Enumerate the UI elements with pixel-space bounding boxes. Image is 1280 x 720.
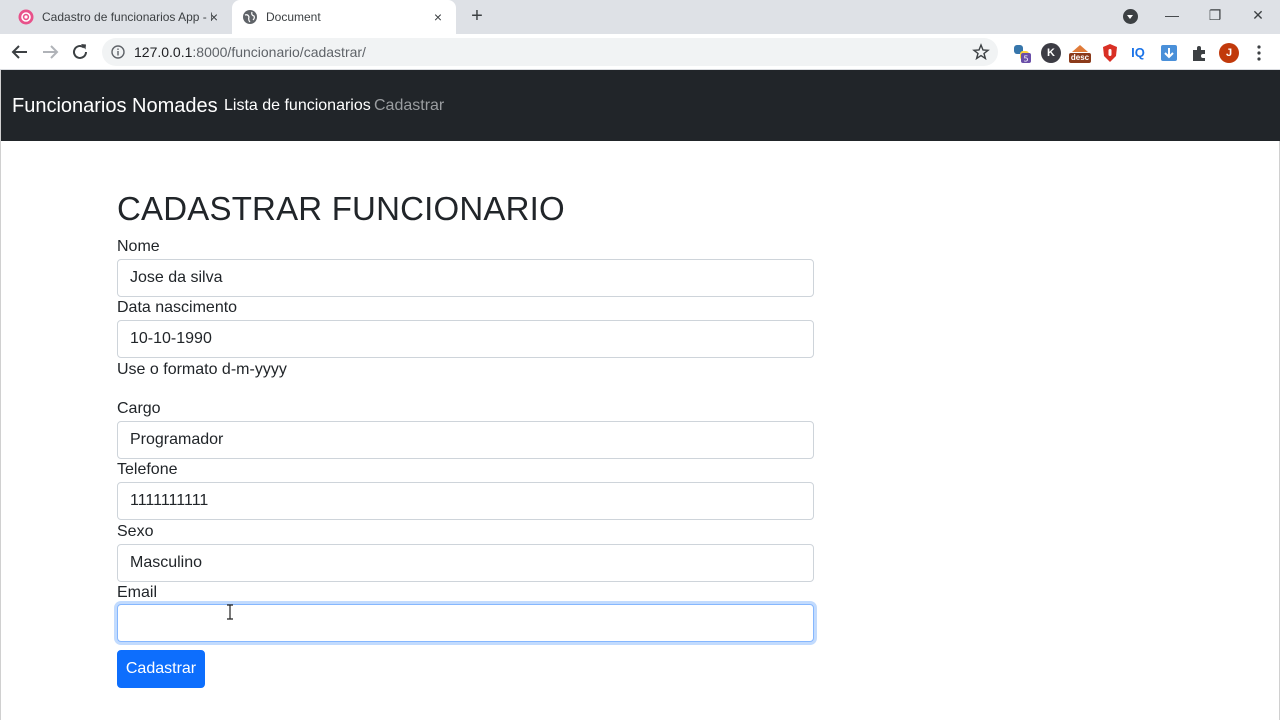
site-info-icon[interactable] bbox=[111, 45, 125, 59]
address-bar[interactable]: 127.0.0.1:8000/funcionario/cadastrar/ bbox=[102, 38, 998, 66]
nome-input[interactable]: Jose da silva bbox=[117, 259, 814, 297]
cadastrar-button[interactable]: Cadastrar bbox=[117, 650, 205, 688]
navbar-brand[interactable]: Funcionarios Nomades bbox=[12, 95, 218, 118]
reload-icon[interactable] bbox=[69, 41, 91, 63]
telefone-input[interactable]: 1111111111 bbox=[117, 482, 814, 520]
new-tab-button[interactable]: + bbox=[466, 6, 488, 28]
tab-close-icon[interactable]: × bbox=[206, 9, 222, 25]
app-favicon-icon bbox=[18, 9, 34, 25]
bookmark-star-icon[interactable] bbox=[972, 43, 990, 61]
desc-extension-icon[interactable]: desc bbox=[1068, 42, 1092, 63]
back-arrow-icon[interactable] bbox=[9, 41, 31, 63]
url-host: 127.0.0.1 bbox=[134, 44, 193, 60]
email-input[interactable] bbox=[117, 604, 814, 642]
forward-arrow-icon[interactable] bbox=[39, 41, 61, 63]
browser-tab-strip: Cadastro de funcionarios App - I × Docum… bbox=[0, 0, 1280, 34]
text-cursor-icon bbox=[227, 604, 233, 620]
label-email: Email bbox=[117, 584, 158, 601]
globe-icon bbox=[243, 10, 257, 24]
close-window-button[interactable]: ✕ bbox=[1244, 4, 1272, 26]
extension-badge: 5 bbox=[1023, 55, 1028, 64]
profile-avatar[interactable]: J bbox=[1219, 43, 1239, 63]
tab-title: Cadastro de funcionarios App - I bbox=[42, 10, 212, 24]
iq-extension-icon[interactable]: IQ bbox=[1128, 43, 1148, 63]
browser-toolbar: 127.0.0.1:8000/funcionario/cadastrar/ 5 … bbox=[0, 34, 1280, 70]
cargo-input[interactable]: Programador bbox=[117, 421, 814, 459]
restore-button[interactable]: ❐ bbox=[1201, 4, 1229, 26]
label-telefone: Telefone bbox=[117, 461, 178, 478]
tab-title: Document bbox=[266, 10, 321, 24]
label-data-nascimento: Data nascimento bbox=[117, 299, 238, 316]
url-path: :8000/funcionario/cadastrar/ bbox=[192, 44, 366, 60]
label-cargo: Cargo bbox=[117, 400, 161, 417]
data-nascimento-input[interactable]: 10-10-1990 bbox=[117, 320, 814, 358]
sexo-input[interactable]: Masculino bbox=[117, 544, 814, 582]
more-menu-icon[interactable] bbox=[1254, 44, 1264, 62]
label-sexo: Sexo bbox=[117, 523, 154, 540]
nav-link-lista[interactable]: Lista de funcionarios bbox=[224, 97, 371, 115]
k-extension-icon[interactable]: K bbox=[1041, 43, 1061, 63]
date-format-help: Use o formato d-m-yyyy bbox=[117, 361, 287, 378]
download-extension-icon[interactable] bbox=[1159, 43, 1179, 63]
page-title: CADASTRAR FUNCIONARIO bbox=[117, 190, 565, 227]
tab-close-icon[interactable]: × bbox=[430, 9, 446, 25]
url-text: 127.0.0.1:8000/funcionario/cadastrar/ bbox=[134, 44, 366, 60]
red-shield-extension-icon[interactable] bbox=[1100, 43, 1120, 63]
nav-link-cadastrar[interactable]: Cadastrar bbox=[374, 97, 444, 115]
site-navbar: Funcionarios Nomades Lista de funcionari… bbox=[1, 70, 1280, 141]
tab-search-icon[interactable] bbox=[1123, 9, 1138, 24]
puzzle-extensions-icon[interactable] bbox=[1189, 43, 1209, 63]
minimize-button[interactable]: — bbox=[1158, 4, 1186, 26]
label-nome: Nome bbox=[117, 238, 160, 255]
tab-cadastro[interactable]: Cadastro de funcionarios App - I × bbox=[8, 0, 232, 34]
python-extension-icon[interactable]: 5 bbox=[1012, 43, 1032, 63]
desc-extension-label: desc bbox=[1070, 53, 1090, 62]
tab-document[interactable]: Document × bbox=[232, 0, 456, 34]
